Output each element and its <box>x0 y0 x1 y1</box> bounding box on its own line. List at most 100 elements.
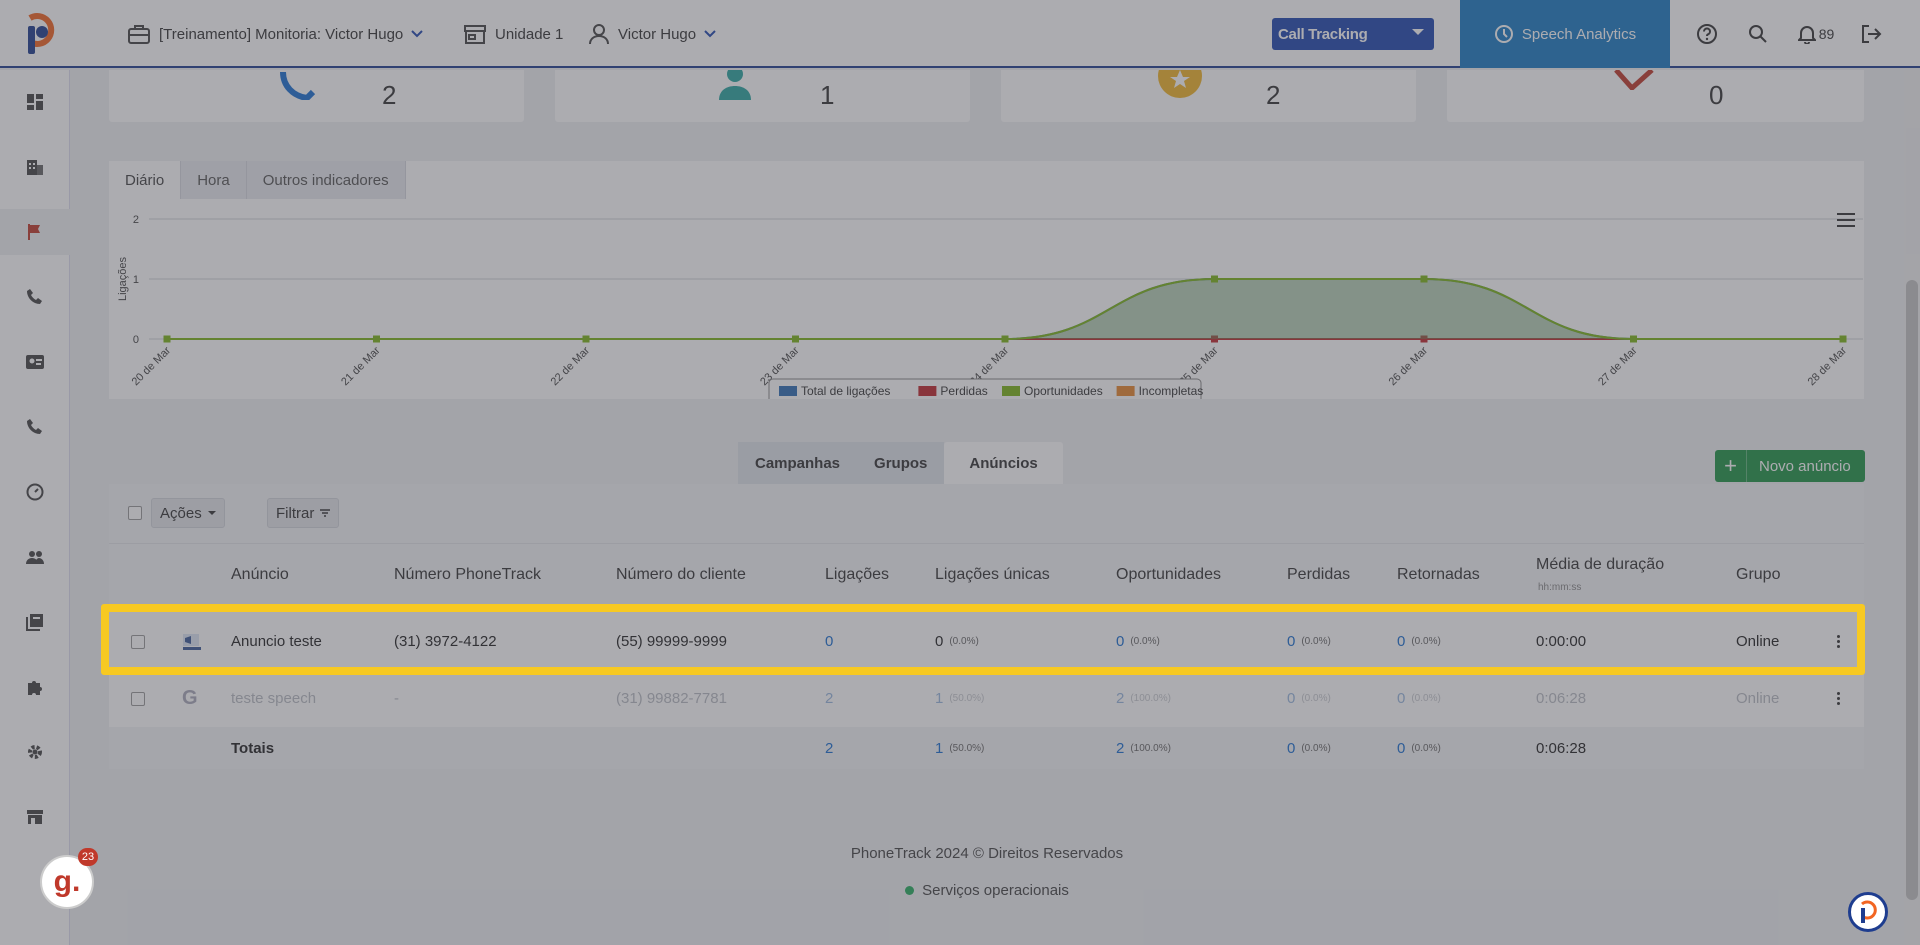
group-name: Online <box>1736 690 1780 707</box>
book-icon[interactable] <box>0 599 70 645</box>
row-menu-button[interactable] <box>1837 670 1840 727</box>
totals-unique-pct: (50.0%) <box>949 742 985 754</box>
filter-button[interactable]: Filtrar <box>267 498 340 528</box>
speech-analytics-icon <box>1494 25 1513 43</box>
footer-copyright: PhoneTrack 2024 © Direitos Reservados <box>850 845 1124 862</box>
unit-selector[interactable]: Unidade 1 <box>463 0 563 68</box>
data-point <box>1420 275 1428 283</box>
tab-grupos[interactable]: Grupos <box>857 442 945 484</box>
logout-button[interactable] <box>1856 0 1886 68</box>
summary-value: 2 <box>382 80 397 110</box>
user-name: Victor Hugo <box>618 25 697 43</box>
col-returned[interactable]: Retornadas <box>1397 566 1480 584</box>
col-calls[interactable]: Ligações <box>825 566 889 584</box>
search-button[interactable] <box>1743 0 1773 68</box>
col-phonetrack-number[interactable]: Número PhoneTrack <box>394 566 541 584</box>
totals-returned-pct: (0.0%) <box>1411 742 1441 754</box>
gear-icon[interactable] <box>0 729 70 775</box>
opportunities-value[interactable]: 0 <box>1116 633 1124 650</box>
chevron-down-icon <box>704 30 716 38</box>
unique-calls-value[interactable]: 1 <box>935 690 943 707</box>
data-point <box>792 335 799 343</box>
phonetrack-logo[interactable] <box>22 12 58 56</box>
row-menu-button[interactable] <box>1837 613 1840 670</box>
summary-card-opportunities: 2 <box>1001 70 1416 122</box>
calls-value[interactable]: 0 <box>825 613 833 670</box>
calls-value[interactable]: 2 <box>825 670 833 727</box>
users-icon[interactable] <box>0 534 70 580</box>
tab-diario[interactable]: Diário <box>109 161 182 199</box>
table-row[interactable]: G teste speech - (31) 99882-7781 2 1 (50.… <box>109 670 1864 727</box>
row-checkbox[interactable] <box>131 692 145 706</box>
row-checkbox[interactable] <box>131 635 145 649</box>
col-avg-duration[interactable]: Média de duração <box>1536 556 1664 574</box>
phone-icon-2[interactable] <box>0 404 70 450</box>
col-client-number[interactable]: Número do cliente <box>616 566 746 584</box>
kebab-icon <box>1837 635 1840 648</box>
tab-anuncios[interactable]: Anúncios <box>944 442 1063 484</box>
opportunities-cell: 2 (100.0%) <box>1116 670 1171 727</box>
company-selector[interactable]: [Treinamento] Monitoria: Victor Hugo <box>127 0 423 68</box>
phonetrack-number: - <box>394 690 399 707</box>
phonetrack-help-button[interactable] <box>1848 892 1888 932</box>
help-button[interactable] <box>1692 0 1722 68</box>
totals-lost-value[interactable]: 0 <box>1287 740 1295 757</box>
tab-hora[interactable]: Hora <box>181 161 247 199</box>
data-point <box>582 335 590 343</box>
totals-opp-value[interactable]: 2 <box>1116 740 1124 757</box>
company-name: [Treinamento] Monitoria: Victor Hugo <box>159 25 404 43</box>
tab-campanhas[interactable]: Campanhas <box>738 442 858 484</box>
service-status[interactable]: Serviços operacionais <box>70 882 1904 899</box>
speech-analytics-button[interactable]: Speech Analytics <box>1460 0 1670 68</box>
col-group[interactable]: Grupo <box>1736 566 1780 584</box>
service-status-label: Serviços operacionais <box>922 882 1069 899</box>
google-icon: G <box>182 687 198 709</box>
col-ad[interactable]: Anúncio <box>231 566 289 584</box>
speedometer-icon[interactable] <box>0 469 70 515</box>
totals-unique-cell: 1 (50.0%) <box>935 727 984 769</box>
returned-value[interactable]: 0 <box>1397 690 1405 707</box>
actions-dropdown[interactable]: Ações <box>151 498 225 528</box>
dashboard-icon[interactable] <box>0 79 70 125</box>
col-lost[interactable]: Perdidas <box>1287 566 1350 584</box>
table-row[interactable]: Anuncio teste (31) 3972-4122 (55) 99999-… <box>109 613 1864 670</box>
totals-returned-value[interactable]: 0 <box>1397 740 1405 757</box>
opportunities-value[interactable]: 2 <box>1116 690 1124 707</box>
series-line-oportunidades <box>167 278 1843 341</box>
avg-duration: 0:00:00 <box>1536 633 1587 650</box>
unique-calls-pct: (50.0%) <box>949 693 985 704</box>
puzzle-icon[interactable] <box>0 664 70 710</box>
returned-pct: (0.0%) <box>1411 693 1441 704</box>
totals-calls[interactable]: 2 <box>825 727 833 769</box>
col-unique-calls[interactable]: Ligações únicas <box>935 566 1050 584</box>
lost-value[interactable]: 0 <box>1287 633 1295 650</box>
legend-label: Total de ligações <box>801 384 890 398</box>
user-menu[interactable]: Victor Hugo <box>588 0 716 68</box>
summary-value: 0 <box>1709 80 1724 110</box>
scrollbar-thumb[interactable] <box>1906 280 1918 900</box>
totals-unique-value[interactable]: 1 <box>935 740 943 757</box>
tab-outros-indicadores[interactable]: Outros indicadores <box>246 161 406 199</box>
chart-menu-button[interactable] <box>1837 213 1855 227</box>
phone-icon[interactable] <box>0 274 70 320</box>
ads-table: Ações Filtrar Anúncio Número PhoneTrack … <box>109 484 1864 769</box>
select-all-checkbox[interactable] <box>128 506 142 520</box>
product-select[interactable]: Call Tracking <box>1272 18 1434 50</box>
x-tick-label: 27 de Mar <box>1596 344 1640 388</box>
data-point <box>1211 275 1218 283</box>
contact-card-icon[interactable] <box>0 339 70 385</box>
chat-unread-badge: 23 <box>78 848 98 866</box>
flag-icon[interactable] <box>0 209 70 255</box>
returned-cell: 0 (0.0%) <box>1397 670 1441 727</box>
building-icon[interactable] <box>0 144 70 190</box>
calls-chart: 012Ligações20 de Mar 21 de Mar 22 de Mar 23… <box>117 214 1863 399</box>
legend-label: Incompletas <box>1139 384 1204 398</box>
returned-value[interactable]: 0 <box>1397 633 1405 650</box>
lost-cell: 0 (0.0%) <box>1287 670 1331 727</box>
store-icon[interactable] <box>0 794 70 840</box>
lost-value[interactable]: 0 <box>1287 690 1295 707</box>
new-ad-button[interactable]: + Novo anúncio <box>1715 450 1865 482</box>
unique-calls-cell: 0 (0.0%) <box>935 613 979 670</box>
col-opportunities[interactable]: Oportunidades <box>1116 566 1221 584</box>
notifications-button[interactable]: 89 <box>1793 0 1839 68</box>
